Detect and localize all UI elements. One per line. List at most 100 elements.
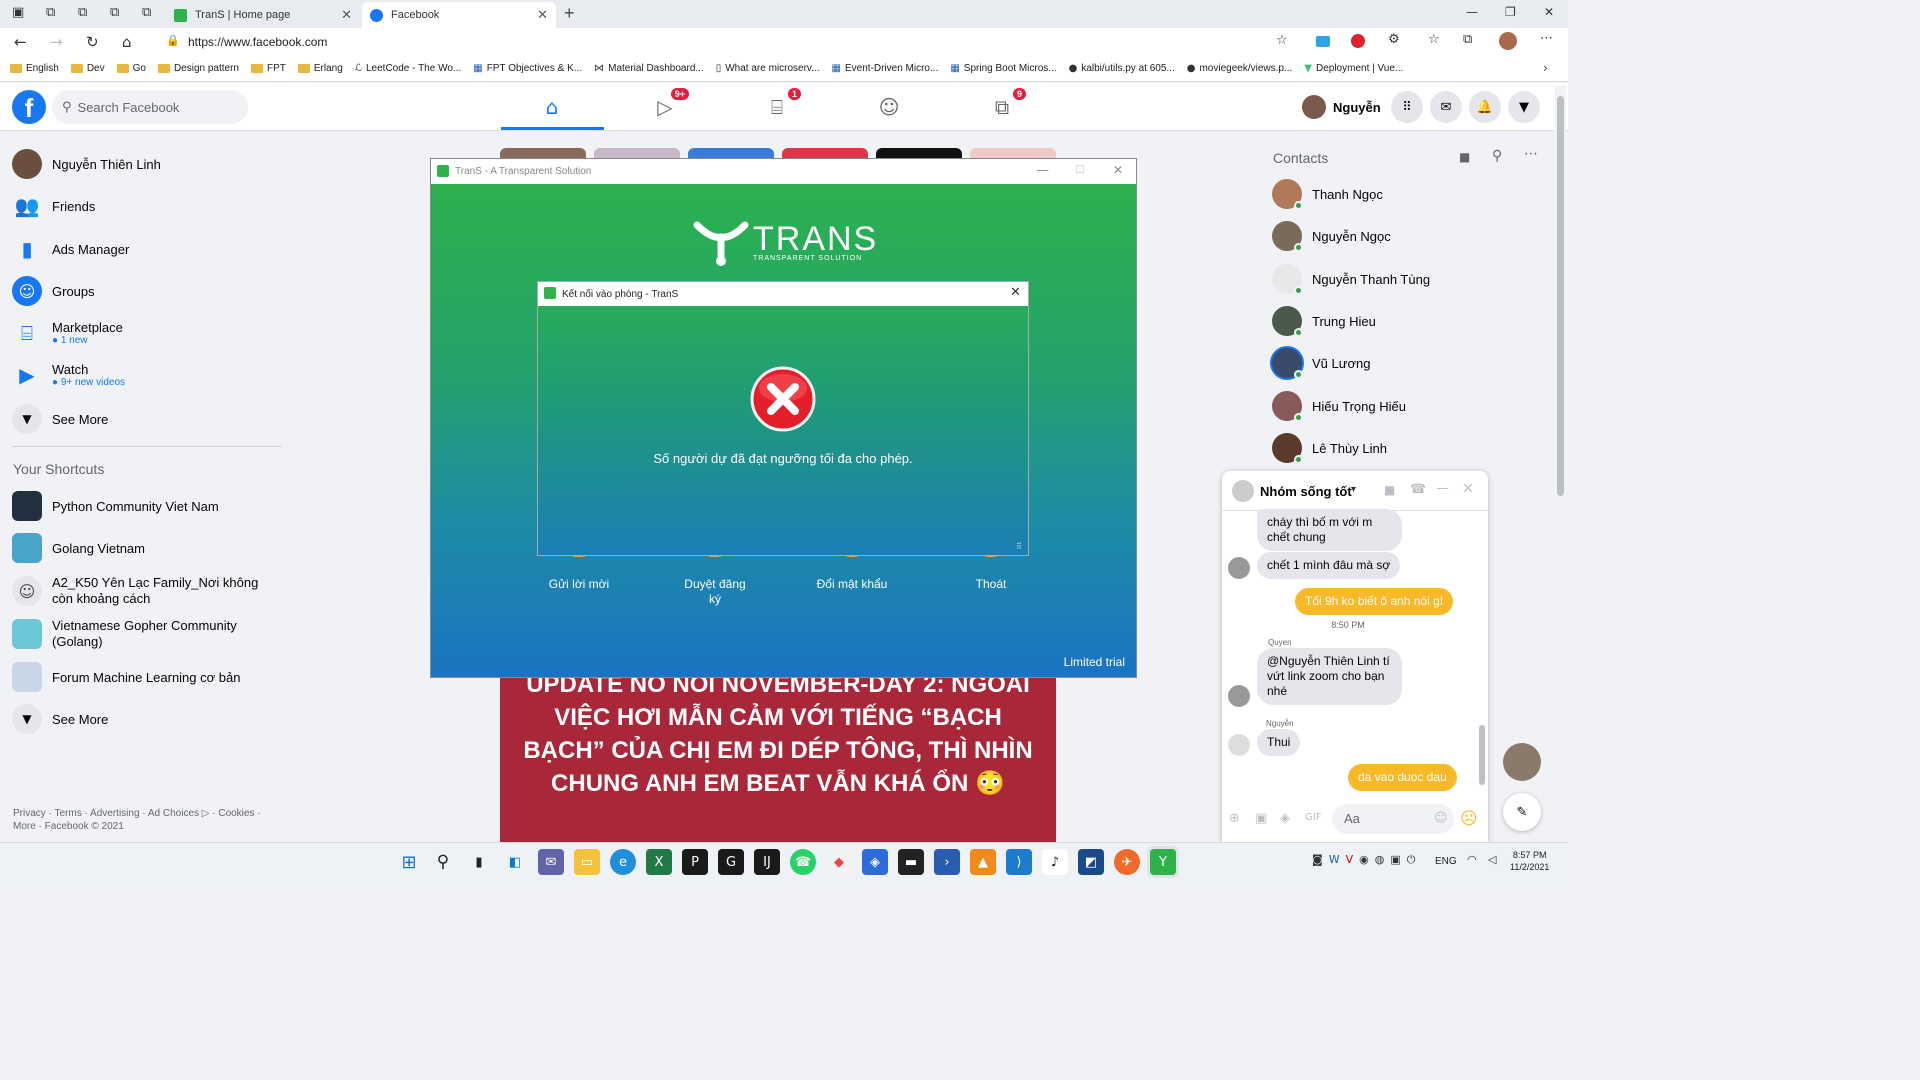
restore-icon[interactable]: ❐ — [1505, 5, 1516, 19]
contact-item[interactable]: Lê Thùy Linh — [1272, 433, 1387, 464]
contact-item[interactable]: Nguyễn Ngọc — [1272, 221, 1391, 252]
powershell-icon[interactable]: › — [934, 849, 960, 875]
tab-facebook[interactable]: Facebook ✕ — [362, 2, 556, 28]
new-tab-button[interactable]: + — [564, 3, 575, 24]
minimize-icon[interactable]: — — [1037, 163, 1049, 177]
bookmark-item[interactable]: ▦ FPT Objectives & K... — [473, 63, 582, 74]
windows-start-icon[interactable]: ⊞ — [396, 849, 422, 875]
groups-nav-icon[interactable]: ☺ — [869, 92, 909, 122]
sidebar-item-watch[interactable]: ▶ Watch ● 9+ new videos — [12, 360, 125, 390]
excel-icon[interactable]: X — [646, 849, 672, 875]
messenger-icon[interactable]: ✉ — [1430, 91, 1462, 123]
contact-item[interactable]: Thanh Ngọc — [1272, 179, 1383, 210]
app-icon[interactable]: ♪ — [1042, 849, 1068, 875]
favorites-icon[interactable]: ☆ — [1428, 32, 1440, 47]
goland-icon[interactable]: G — [718, 849, 744, 875]
post-image[interactable]: UPDATE NỖ NỒI NOVEMBER-DAY 2: NGOÀI VIỆC… — [500, 678, 1056, 842]
new-message-icon[interactable]: ✎ — [1503, 793, 1541, 831]
sidebar-item-marketplace[interactable]: ⌸ Marketplace ● 1 new — [12, 318, 123, 348]
facebook-logo[interactable]: f — [12, 90, 46, 124]
clock[interactable]: 8:57 PM 11/2/2021 — [1510, 849, 1549, 873]
chevron-down-icon[interactable]: ▾ — [1351, 484, 1356, 495]
search-input[interactable]: ⚲ Search Facebook — [52, 90, 248, 124]
app-icon[interactable]: ◩ — [1078, 849, 1104, 875]
scrollbar-thumb[interactable] — [1557, 96, 1564, 496]
workspace-icon[interactable]: ⧉ — [78, 5, 87, 20]
profile-button[interactable]: Nguyễn — [1302, 95, 1381, 119]
language-indicator[interactable]: ENG — [1435, 856, 1457, 867]
contact-item[interactable]: Hiếu Trọng Hiếu — [1272, 391, 1406, 422]
contact-item[interactable]: Vũ Lương — [1272, 348, 1370, 379]
bookmark-item[interactable]: Design pattern — [157, 63, 239, 74]
contact-item[interactable]: Trung Hieu — [1272, 306, 1376, 337]
sidebar-item-groups[interactable]: ☺ Groups — [12, 276, 95, 306]
gaming-nav-icon[interactable]: ⧉ 9 — [982, 88, 1026, 122]
close-tab-icon[interactable]: ✕ — [537, 7, 548, 23]
menu-grid-icon[interactable]: ⠿ — [1391, 91, 1423, 123]
account-chevron-down-icon[interactable]: ▼ — [1508, 91, 1540, 123]
trans-titlebar[interactable]: TranS - A Transparent Solution — ☐ ✕ — [431, 159, 1136, 184]
bookmark-item[interactable]: ▼ Deployment | Vue... — [1304, 63, 1403, 74]
task-view-icon[interactable]: ▮ — [466, 849, 492, 875]
sidebar-item-profile[interactable]: Nguyễn Thiên Linh — [12, 149, 161, 179]
dialog-titlebar[interactable]: Kết nối vào phòng - TranS ✕ — [538, 282, 1028, 306]
wifi-icon[interactable]: ◠ — [1467, 853, 1477, 866]
footer-links[interactable]: Privacy · Terms · Advertising · Ad Choic… — [13, 807, 261, 833]
url-field[interactable]: 🔒 https://www.facebook.com — [158, 30, 1308, 54]
file-explorer-icon[interactable]: ▭ — [574, 849, 600, 875]
search-icon[interactable]: ⚲ — [1492, 148, 1502, 164]
app-icon[interactable]: ◆ — [826, 849, 852, 875]
shortcut-item[interactable]: Golang Vietnam — [12, 533, 145, 563]
more-options-icon[interactable]: ⋯ — [1524, 146, 1538, 162]
close-window-icon[interactable]: ✕ — [1544, 5, 1554, 19]
phone-icon[interactable]: ☎ — [1410, 482, 1426, 497]
terminal-icon[interactable]: ▬ — [898, 849, 924, 875]
tray-icon[interactable]: ◍ — [1375, 853, 1385, 867]
tray-icon[interactable]: ◉ — [1359, 853, 1369, 867]
back-icon[interactable]: ← — [14, 33, 27, 51]
bookmark-item[interactable]: ▯ What are microserv... — [716, 63, 820, 74]
pycharm-icon[interactable]: P — [682, 849, 708, 875]
marketplace-nav-icon[interactable]: ⌸ 1 — [757, 88, 801, 122]
bookmark-item[interactable]: ● kalbi/utils.py at 605... — [1069, 63, 1175, 74]
contact-item[interactable]: Nguyễn Thanh Tùng — [1272, 264, 1430, 295]
notifications-bell-icon[interactable]: 🔔 — [1469, 91, 1501, 123]
vscode-icon[interactable]: ⟩ — [1006, 849, 1032, 875]
tray-icon[interactable]: V — [1346, 853, 1354, 867]
close-chat-icon[interactable]: ✕ — [1462, 481, 1474, 497]
bookmark-item[interactable]: English — [10, 63, 59, 74]
scrollbar[interactable] — [1555, 86, 1566, 842]
bookmark-item[interactable]: ▦ Event-Driven Micro... — [832, 63, 939, 74]
quick-reaction-icon[interactable]: ☹ — [1460, 809, 1478, 829]
gif-icon[interactable]: GIF — [1305, 812, 1321, 823]
sidebar-item-friends[interactable]: 👥 Friends — [12, 191, 96, 221]
video-call-icon[interactable]: ■ — [1459, 150, 1470, 164]
see-more-shortcuts-button[interactable]: ▼ See More — [12, 704, 108, 734]
workspace-icon[interactable]: ⧉ — [142, 5, 151, 20]
emoji-icon[interactable]: ☺ — [1434, 811, 1448, 826]
sticker-icon[interactable]: ◈ — [1280, 811, 1290, 826]
intellij-icon[interactable]: IJ — [754, 849, 780, 875]
tray-icon[interactable]: ⏻ — [1407, 853, 1416, 867]
extension-icon[interactable] — [1316, 36, 1330, 47]
system-tray[interactable]: ◙ W V ◉ ◍ ▣ ⏻ — [1312, 853, 1415, 867]
widgets-icon[interactable]: ◧ — [502, 849, 528, 875]
bookmark-item[interactable]: Go — [116, 63, 146, 74]
bookmark-item[interactable]: ⋈ Material Dashboard... — [594, 63, 704, 74]
word-icon[interactable]: W — [1329, 853, 1340, 867]
tab-trans[interactable]: TranS | Home page ✕ — [166, 2, 360, 28]
app-icon[interactable]: ▲ — [970, 849, 996, 875]
plus-circle-icon[interactable]: ⊕ — [1229, 811, 1240, 826]
reload-icon[interactable]: ↻ — [86, 33, 99, 51]
exit-button[interactable]: Thoát — [931, 577, 1051, 592]
sidebar-item-ads-manager[interactable]: ▮ Ads Manager — [12, 234, 129, 264]
bookmark-item[interactable]: ▦ Spring Boot Micros... — [950, 63, 1056, 74]
bookmark-item[interactable]: ℒ LeetCode - The Wo... — [355, 63, 461, 74]
opera-icon[interactable] — [1351, 34, 1365, 48]
tray-icon[interactable]: ◙ — [1312, 853, 1323, 867]
app-icon[interactable]: ◈ — [862, 849, 888, 875]
shortcut-item[interactable]: ☺ A2_K50 Yên Lạc Family_Nơi không còn kh… — [12, 575, 282, 607]
volume-icon[interactable]: ◁ — [1488, 853, 1496, 866]
video-call-icon[interactable]: ■ — [1384, 483, 1395, 497]
chat-head-avatar[interactable] — [1503, 743, 1541, 781]
